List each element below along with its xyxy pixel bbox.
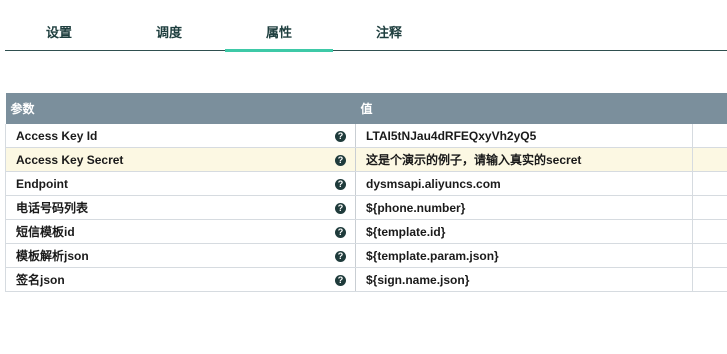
- param-value[interactable]: ${template.id}: [355, 219, 693, 244]
- row-extra-cell: [692, 147, 727, 172]
- tab-bar: 设置 调度 属性 注释: [5, 15, 727, 52]
- row-extra-cell: [692, 267, 727, 292]
- row-extra-cell: [692, 243, 727, 268]
- table-row: 电话号码列表 ? ${phone.number}: [5, 195, 727, 220]
- question-circle-icon[interactable]: ?: [335, 202, 346, 214]
- table-header-row: 参数 值: [5, 93, 727, 124]
- help-cell: ?: [326, 195, 356, 220]
- param-key: 短信模板id: [5, 219, 326, 244]
- param-value[interactable]: LTAI5tNJau4dRFEQxyVh2yQ5: [355, 124, 693, 148]
- param-value[interactable]: ${sign.name.json}: [355, 267, 693, 292]
- question-circle-icon[interactable]: ?: [335, 274, 346, 286]
- table-row: Access Key Id ? LTAI5tNJau4dRFEQxyVh2yQ5: [5, 124, 727, 148]
- table-row: 签名json ? ${sign.name.json}: [5, 267, 727, 292]
- column-header-param: 参数: [5, 93, 356, 124]
- help-cell: ?: [326, 243, 356, 268]
- param-value[interactable]: 这是个演示的例子，请输入真实的secret: [355, 147, 693, 172]
- question-circle-icon[interactable]: ?: [335, 130, 346, 142]
- param-value[interactable]: ${phone.number}: [355, 195, 693, 220]
- tab-settings[interactable]: 设置: [5, 15, 113, 49]
- table-row: 短信模板id ? ${template.id}: [5, 219, 727, 244]
- tab-notes[interactable]: 注释: [335, 15, 443, 49]
- help-cell: ?: [326, 171, 356, 196]
- question-circle-icon[interactable]: ?: [335, 226, 346, 238]
- param-key: 电话号码列表: [5, 195, 326, 220]
- table-row: 模板解析json ? ${template.param.json}: [5, 243, 727, 268]
- row-extra-cell: [692, 219, 727, 244]
- column-header-value: 值: [355, 93, 727, 124]
- param-key: Access Key Id: [5, 124, 326, 148]
- tab-properties[interactable]: 属性: [225, 15, 333, 52]
- tab-schedule[interactable]: 调度: [115, 15, 223, 49]
- properties-table: 参数 值 Access Key Id ? LTAI5tNJau4dRFEQxyV…: [5, 93, 727, 292]
- help-cell: ?: [326, 267, 356, 292]
- help-cell: ?: [326, 124, 356, 148]
- question-circle-icon[interactable]: ?: [335, 154, 346, 166]
- table-row: Access Key Secret ? 这是个演示的例子，请输入真实的secre…: [5, 147, 727, 172]
- question-circle-icon[interactable]: ?: [335, 178, 346, 190]
- param-key: Access Key Secret: [5, 147, 326, 172]
- param-value[interactable]: ${template.param.json}: [355, 243, 693, 268]
- help-cell: ?: [326, 147, 356, 172]
- row-extra-cell: [692, 171, 727, 196]
- question-circle-icon[interactable]: ?: [335, 250, 346, 262]
- param-key: 模板解析json: [5, 243, 326, 268]
- help-cell: ?: [326, 219, 356, 244]
- table-row: Endpoint ? dysmsapi.aliyuncs.com: [5, 171, 727, 196]
- row-extra-cell: [692, 124, 727, 148]
- param-key: Endpoint: [5, 171, 326, 196]
- row-extra-cell: [692, 195, 727, 220]
- param-key: 签名json: [5, 267, 326, 292]
- param-value[interactable]: dysmsapi.aliyuncs.com: [355, 171, 693, 196]
